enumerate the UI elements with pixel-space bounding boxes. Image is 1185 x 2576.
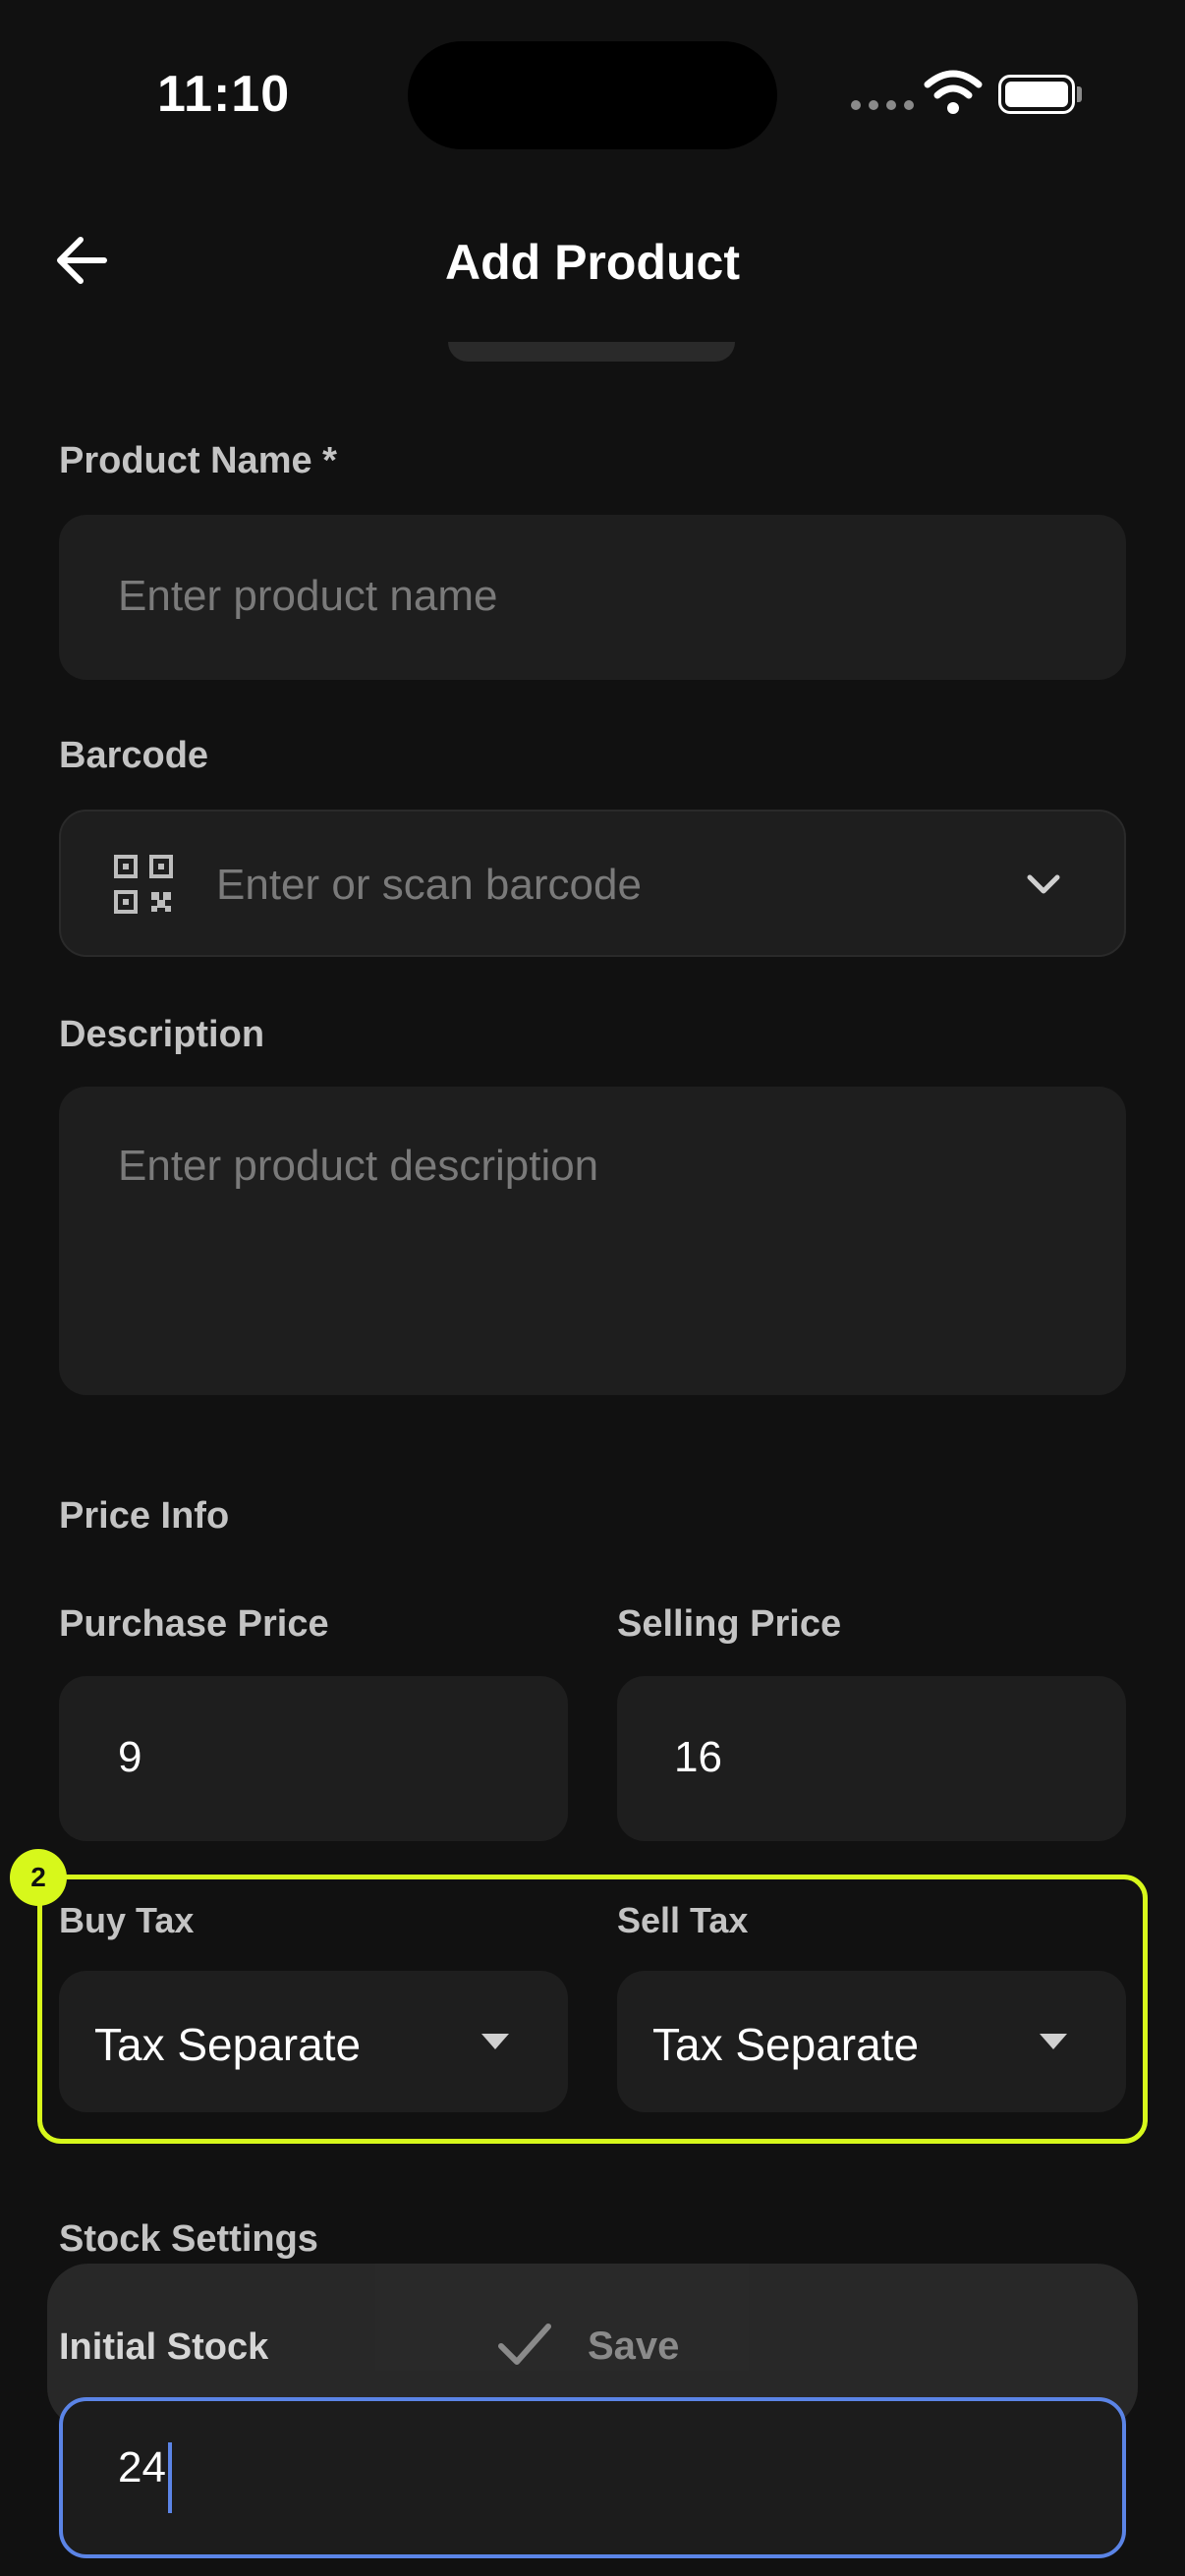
description-textarea[interactable]: Enter product description: [59, 1087, 1126, 1395]
cellular-signal-icon: [851, 100, 914, 110]
initial-stock-content: 24: [118, 2442, 172, 2513]
selling-price-value: 16: [674, 1733, 722, 1781]
status-time: 11:10: [157, 66, 291, 123]
text-cursor: [167, 2442, 172, 2513]
highlight-badge: 2: [10, 1849, 67, 1906]
purchase-price-label: Purchase Price: [59, 1603, 329, 1645]
buy-tax-label: Buy Tax: [59, 1900, 195, 1940]
chevron-down-icon[interactable]: [1020, 861, 1067, 913]
purchase-price-value: 9: [118, 1733, 142, 1781]
battery-icon: [998, 75, 1075, 114]
price-info-heading: Price Info: [59, 1495, 230, 1537]
selling-price-label: Selling Price: [617, 1603, 842, 1645]
sell-tax-label: Sell Tax: [617, 1900, 749, 1940]
product-name-label: Product Name *: [59, 440, 337, 481]
description-label: Description: [59, 1014, 265, 1055]
initial-stock-value: 24: [118, 2443, 166, 2492]
initial-stock-label: Initial Stock: [59, 2326, 269, 2368]
barcode-label: Barcode: [59, 735, 209, 776]
qr-scan-icon[interactable]: [112, 853, 175, 921]
product-name-input[interactable]: Enter product name: [59, 515, 1126, 680]
caret-down-icon: [1036, 2024, 1071, 2064]
barcode-input[interactable]: Enter or scan barcode: [59, 810, 1126, 957]
checkmark-icon: [495, 2317, 554, 2377]
wifi-icon: [924, 69, 983, 121]
sell-tax-select[interactable]: Tax Separate: [617, 1971, 1126, 2112]
initial-stock-input[interactable]: 24: [59, 2397, 1126, 2558]
save-label: Save: [588, 2324, 680, 2368]
caret-down-icon: [478, 2024, 513, 2064]
selling-price-input[interactable]: 16: [617, 1676, 1126, 1841]
barcode-placeholder: Enter or scan barcode: [216, 861, 642, 909]
product-name-placeholder: Enter product name: [118, 572, 498, 620]
buy-tax-select[interactable]: Tax Separate: [59, 1971, 568, 2112]
sell-tax-value: Tax Separate: [652, 2019, 920, 2070]
description-placeholder: Enter product description: [118, 1142, 599, 1190]
stock-settings-heading: Stock Settings: [59, 2218, 318, 2260]
battery-nub: [1077, 86, 1082, 102]
buy-tax-value: Tax Separate: [94, 2019, 362, 2070]
scroll-indicator: [448, 342, 735, 362]
page-title: Add Product: [445, 235, 740, 290]
dynamic-island: [408, 41, 777, 149]
purchase-price-input[interactable]: 9: [59, 1676, 568, 1841]
